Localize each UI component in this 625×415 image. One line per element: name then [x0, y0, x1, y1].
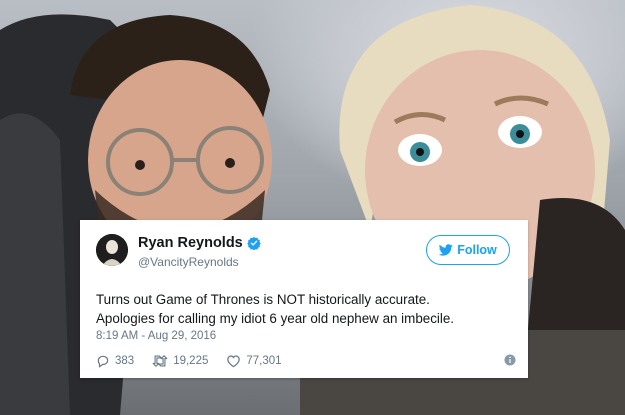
display-name[interactable]: Ryan Reynolds [138, 235, 243, 251]
like-action[interactable]: 77,301 [226, 354, 282, 368]
reply-action[interactable]: 383 [96, 354, 134, 368]
follow-button[interactable]: Follow [426, 235, 510, 265]
twitter-bird-icon [439, 244, 453, 256]
retweet-icon [152, 355, 168, 367]
tweet-text-line-1: Turns out Game of Thrones is NOT histori… [96, 292, 430, 307]
tweet-text: Turns out Game of Thrones is NOT histori… [96, 290, 516, 328]
author-name-row: Ryan Reynolds [138, 235, 261, 251]
follow-label: Follow [457, 243, 497, 257]
avatar[interactable] [96, 234, 128, 266]
tweet-text-line-2: Apologies for calling my idiot 6 year ol… [96, 311, 455, 326]
like-icon [227, 355, 241, 368]
like-count: 77,301 [246, 355, 282, 367]
reply-icon [97, 355, 109, 368]
info-icon[interactable] [504, 354, 516, 366]
retweet-action[interactable]: 19,225 [152, 354, 208, 368]
retweet-count: 19,225 [173, 355, 209, 367]
timestamp[interactable]: 8:19 AM - Aug 29, 2016 [96, 330, 216, 342]
reply-count: 383 [115, 355, 135, 367]
tweet-card: Ryan Reynolds @VancityReynolds Follow Tu… [80, 220, 528, 378]
tweet-actions: 383 19,225 77,301 [96, 354, 300, 368]
verified-badge-icon [246, 236, 261, 250]
handle[interactable]: @VancityReynolds [138, 255, 239, 269]
